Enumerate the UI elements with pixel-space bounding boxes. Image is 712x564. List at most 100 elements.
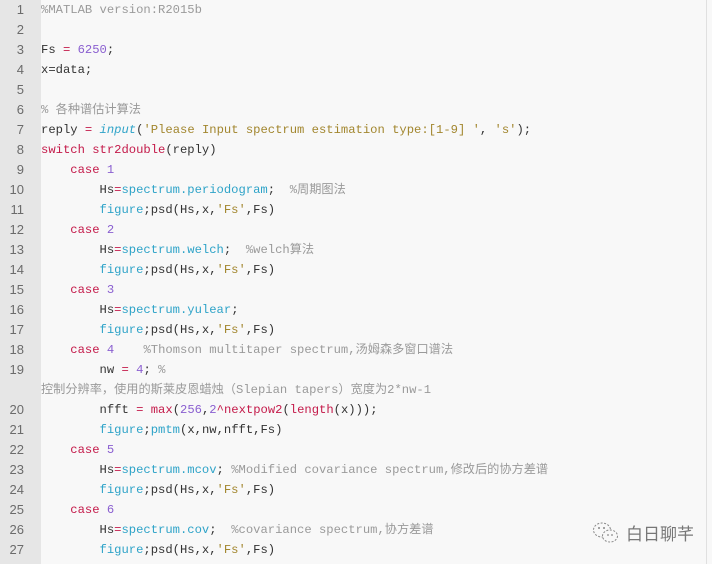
token-txt: ; xyxy=(267,183,290,197)
watermark-text: 白日聊芊 xyxy=(626,525,694,545)
code-text: 控制分辨率，使用的斯莱皮恩蜡烛（Slepian tapers）宽度为2*nw-1 xyxy=(41,380,431,400)
code-text: figure;psd(Hs,x,'Fs',Fs) xyxy=(41,260,276,280)
line-number: 15 xyxy=(9,282,24,297)
token-op: = xyxy=(121,363,129,377)
token-kw: ^nextpow2 xyxy=(216,403,283,417)
token-txt: ; xyxy=(106,43,115,57)
watermark: 白日聊芊 xyxy=(592,520,694,545)
line-number: 1 xyxy=(16,2,24,17)
line-number: 7 xyxy=(16,122,24,137)
line-number: 16 xyxy=(9,302,24,317)
token-com: %covariance spectrum,协方差谱 xyxy=(231,523,434,537)
token-num: 6250 xyxy=(77,43,107,57)
code-text: figure;psd(Hs,x,'Fs',Fs) xyxy=(41,320,276,340)
editor-border xyxy=(706,0,707,564)
line-number: 9 xyxy=(16,162,24,177)
token-txt: Hs xyxy=(41,523,115,537)
token-kw: case xyxy=(70,283,100,297)
token-kw: case xyxy=(70,503,100,517)
token-com: %MATLAB version:R2015b xyxy=(41,3,202,17)
token-com: %Modified covariance spectrum,修改后的协方差谱 xyxy=(231,463,549,477)
line-number: 4 xyxy=(16,62,24,77)
code-text: Hs=spectrum.cov; %covariance spectrum,协方… xyxy=(41,520,434,540)
line-number: 5 xyxy=(16,82,24,97)
token-txt: ;psd(Hs,x, xyxy=(143,263,217,277)
code-editor[interactable]: 1 %MATLAB version:R2015b 2 3 Fs = 6250; 4 x=da… xyxy=(0,0,707,564)
token-com: 控制分辨率，使用的斯莱皮恩蜡烛（Slepian tapers）宽度为2*nw-1 xyxy=(41,383,432,397)
token-kw: str2double xyxy=(92,143,166,157)
code-text: nfft = max(256,2^nextpow2(length(x))); xyxy=(41,400,378,420)
line-number: 8 xyxy=(16,142,24,157)
code-text: switch str2double(reply) xyxy=(41,140,217,160)
token-num: 6 xyxy=(106,503,115,517)
line-number: 3 xyxy=(16,42,24,57)
token-txt: Hs xyxy=(41,303,115,317)
token-txt: (x,nw,nfft,Fs) xyxy=(180,423,283,437)
token-fn: figure xyxy=(99,543,144,557)
token-txt: Hs xyxy=(41,243,115,257)
token-kw: case xyxy=(70,163,100,177)
token-num: 2 xyxy=(106,223,115,237)
line-number: 24 xyxy=(9,482,24,497)
code-text: figure;pmtm(x,nw,nfft,Fs) xyxy=(41,420,283,440)
line-number: 2 xyxy=(16,22,24,37)
token-kw: length xyxy=(289,403,334,417)
token-txt: ,Fs) xyxy=(245,323,276,337)
token-fn: spectrum.yulear xyxy=(121,303,232,317)
line-number: 10 xyxy=(9,182,24,197)
line-number: 22 xyxy=(9,442,24,457)
token-fn: spectrum.periodogram xyxy=(121,183,268,197)
line-number: 25 xyxy=(9,502,24,517)
token-it: input xyxy=(99,123,137,137)
line-number: 11 xyxy=(10,202,25,217)
line-number: 17 xyxy=(9,322,24,337)
token-str: 'Fs' xyxy=(216,263,246,277)
token-str: 'Fs' xyxy=(216,543,246,557)
code-text: case 2 xyxy=(41,220,114,240)
code-text: Hs=spectrum.periodogram; %周期图法 xyxy=(41,180,346,200)
line-number: 21 xyxy=(9,422,24,437)
token-str: 'Fs' xyxy=(216,323,246,337)
line-number: 14 xyxy=(9,262,24,277)
token-fn: spectrum.cov xyxy=(121,523,210,537)
line-number: 23 xyxy=(9,462,24,477)
token-str: 's' xyxy=(494,123,517,137)
code-text: nw = 4; % xyxy=(41,360,166,380)
code-text: reply = input('Please Input spectrum est… xyxy=(41,120,531,140)
code-text: case 4 %Thomson multitaper spectrum,汤姆森多… xyxy=(41,340,453,360)
token-txt: ; xyxy=(216,463,232,477)
wechat-icon xyxy=(593,522,618,542)
token-txt: ,Fs) xyxy=(245,263,276,277)
token-kw: case xyxy=(70,443,100,457)
token-str: 'Fs' xyxy=(216,483,246,497)
line-number: 20 xyxy=(9,402,24,417)
token-com: % xyxy=(158,363,166,377)
token-num: 1 xyxy=(106,163,115,177)
token-txt: nfft xyxy=(41,403,137,417)
token-fn: figure xyxy=(99,203,144,217)
token-txt: ,Fs) xyxy=(245,483,276,497)
code-text: Fs = 6250; xyxy=(41,40,114,60)
token-kw: case xyxy=(70,343,100,357)
token-fn: spectrum.welch xyxy=(121,243,224,257)
code-text: case 6 xyxy=(41,500,114,520)
token-str: 'Fs' xyxy=(216,203,246,217)
token-str: 'Please Input spectrum estimation type:[… xyxy=(143,123,480,137)
token-fn: figure xyxy=(99,263,144,277)
